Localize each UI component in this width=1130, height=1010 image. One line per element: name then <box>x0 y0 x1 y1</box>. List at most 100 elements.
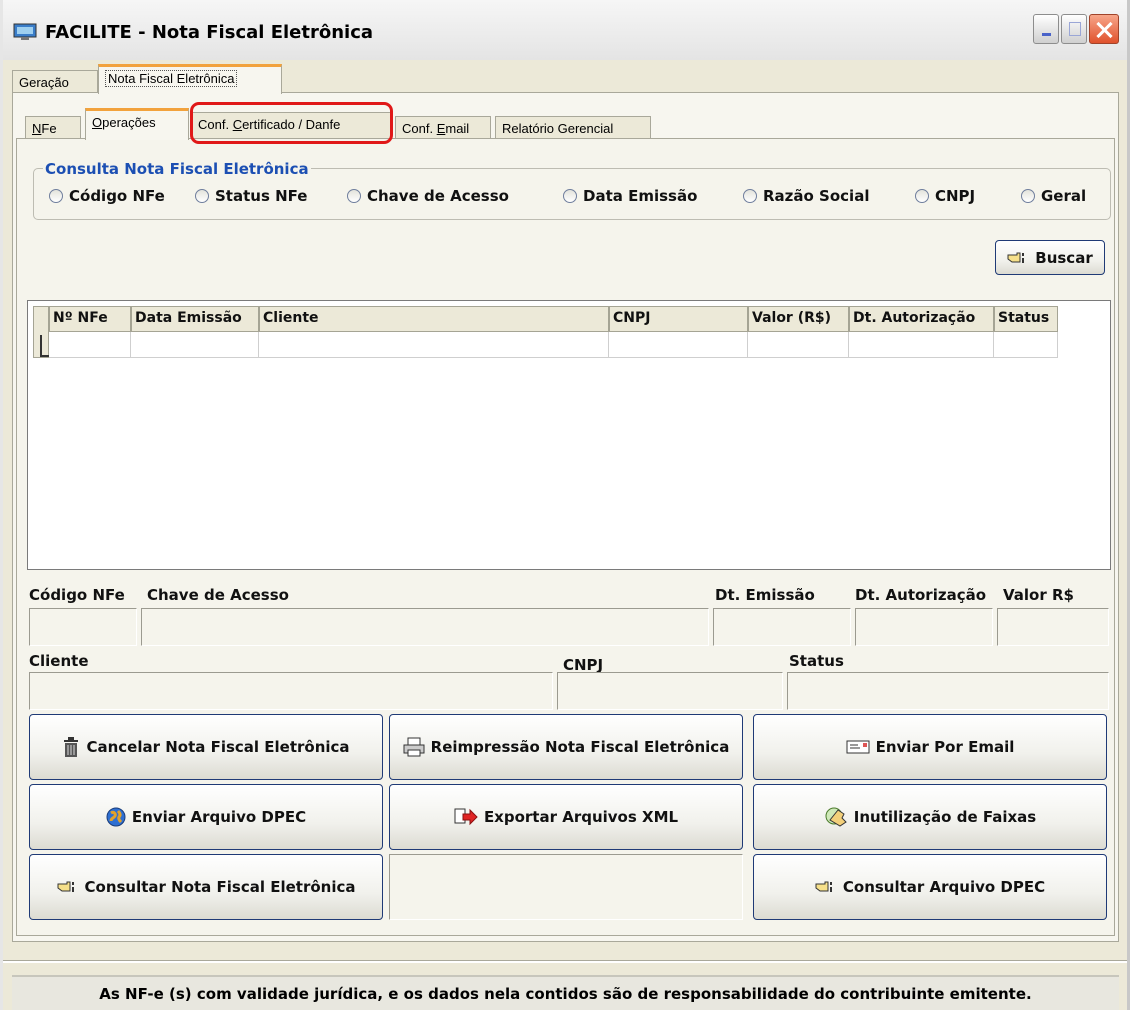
consultar-dpec-button[interactable]: Consultar Arquivo DPEC <box>753 854 1107 920</box>
radio-codigo-nfe[interactable]: Código NFe <box>49 186 165 206</box>
table-cell[interactable] <box>748 332 849 358</box>
column-header-status[interactable]: Status <box>994 306 1058 332</box>
radio-chave-acesso-label: Chave de Acesso <box>367 187 509 205</box>
column-header-cnpj[interactable]: CNPJ <box>609 306 748 332</box>
radio-status-nfe-label: Status NFe <box>215 187 308 205</box>
tab-relatorio-gerencial[interactable]: Relatório Gerencial <box>495 116 651 140</box>
pointing-hand-icon <box>815 879 837 895</box>
export-arrow-icon <box>454 808 478 826</box>
search-group-title: Consulta Nota Fiscal Eletrônica <box>43 160 311 178</box>
cancelar-nfe-label: Cancelar Nota Fiscal Eletrônica <box>86 738 350 756</box>
label-codigo-nfe: Código NFe <box>29 586 125 604</box>
tab-conf-email[interactable]: Conf. Email <box>395 116 491 140</box>
radio-cnpj[interactable]: CNPJ <box>915 186 975 206</box>
tab-operacoes-mnemonic: O <box>92 115 103 130</box>
table-cell[interactable] <box>259 332 609 358</box>
chave-acesso-field[interactable] <box>141 608 709 646</box>
highlight-annotation <box>190 102 393 144</box>
radio-status-nfe[interactable]: Status NFe <box>195 186 307 206</box>
globe-icon <box>106 807 126 827</box>
radio-geral[interactable]: Geral <box>1021 186 1086 206</box>
table-cell[interactable] <box>849 332 994 358</box>
valor-field[interactable] <box>997 608 1109 646</box>
minimize-button[interactable] <box>1033 14 1059 44</box>
status-field[interactable] <box>787 672 1109 710</box>
inutilizacao-faixas-button[interactable]: Inutilização de Faixas <box>753 784 1107 850</box>
radio-geral-label: Geral <box>1041 187 1087 205</box>
radio-data-emissao[interactable]: Data Emissão <box>563 186 697 206</box>
reimpressao-nfe-label: Reimpressão Nota Fiscal Eletrônica <box>430 738 730 756</box>
column-header-numero[interactable]: Nº NFe <box>49 306 131 332</box>
window-title: FACILITE - Nota Fiscal Eletrônica <box>45 22 374 43</box>
radio-circle-icon <box>49 189 63 203</box>
pointing-hand-icon <box>57 879 79 895</box>
table-cell[interactable] <box>994 332 1058 358</box>
table-cell[interactable] <box>609 332 748 358</box>
title-bar[interactable]: FACILITE - Nota Fiscal Eletrônica <box>3 0 1127 60</box>
exportar-xml-button[interactable]: Exportar Arquivos XML <box>389 784 743 850</box>
buscar-button[interactable]: Buscar <box>995 240 1105 275</box>
printer-icon <box>403 737 425 757</box>
radio-circle-icon <box>1021 189 1035 203</box>
enviar-dpec-button[interactable]: Enviar Arquivo DPEC <box>29 784 383 850</box>
column-header-valor[interactable]: Valor (R$) <box>748 306 849 332</box>
enviar-dpec-label: Enviar Arquivo DPEC <box>131 808 307 826</box>
tab-nota-fiscal-eletronica[interactable]: Nota Fiscal Eletrônica <box>98 64 282 94</box>
radio-circle-icon <box>743 189 757 203</box>
footer-disclaimer: As NF-e (s) com validade jurídica, e os … <box>99 984 1032 1003</box>
tab-geracao-label: Geração <box>19 75 69 90</box>
radio-circle-icon <box>563 189 577 203</box>
radio-circle-icon <box>195 189 209 203</box>
label-valor: Valor R$ <box>1003 586 1074 604</box>
maximize-button[interactable] <box>1061 14 1087 44</box>
tab-operacoes-label: perações <box>102 115 156 130</box>
buscar-button-label: Buscar <box>1035 248 1093 267</box>
radio-circle-icon <box>915 189 929 203</box>
envelope-icon <box>846 739 870 755</box>
empty-action-slot <box>389 854 743 920</box>
table-cell[interactable] <box>131 332 259 358</box>
tab-nfe-mnemonic: N <box>32 121 42 136</box>
cnpj-field[interactable] <box>557 672 783 710</box>
dt-autorizacao-field[interactable] <box>855 608 993 646</box>
column-header-dt-autorizacao[interactable]: Dt. Autorização <box>849 306 994 332</box>
radio-razao-social-label: Razão Social <box>763 187 870 205</box>
tab-relatorio-label: Relatório Gerencial <box>502 121 614 136</box>
radio-circle-icon <box>347 189 361 203</box>
radio-codigo-nfe-label: Código NFe <box>69 187 165 205</box>
cliente-field[interactable] <box>29 672 553 710</box>
monitor-icon <box>13 23 37 40</box>
enviar-email-label: Enviar Por Email <box>875 738 1015 756</box>
trash-can-icon <box>62 736 80 758</box>
tab-operacoes[interactable]: Operações <box>85 108 189 140</box>
separator <box>3 960 1127 963</box>
application-window: FACILITE - Nota Fiscal Eletrônica Geraçã… <box>0 0 1130 1010</box>
cancelar-nfe-button[interactable]: Cancelar Nota Fiscal Eletrônica <box>29 714 383 780</box>
column-header-cliente[interactable]: Cliente <box>259 306 609 332</box>
reimpressao-nfe-button[interactable]: Reimpressão Nota Fiscal Eletrônica <box>389 714 743 780</box>
label-cliente: Cliente <box>29 652 89 670</box>
tab-nfe[interactable]: NFe <box>25 116 81 140</box>
tab-nfe-label: Fe <box>41 121 57 136</box>
enviar-email-button[interactable]: Enviar Por Email <box>753 714 1107 780</box>
inutilizacao-faixas-label: Inutilização de Faixas <box>853 808 1037 826</box>
row-indicator[interactable] <box>33 306 50 358</box>
radio-data-emissao-label: Data Emissão <box>583 187 698 205</box>
column-header-data-emissao[interactable]: Data Emissão <box>131 306 259 332</box>
disk-hand-icon <box>824 806 848 828</box>
consultar-dpec-label: Consultar Arquivo DPEC <box>842 878 1046 896</box>
table-cell[interactable] <box>49 332 131 358</box>
label-chave-acesso: Chave de Acesso <box>147 586 289 604</box>
label-dt-emissao: Dt. Emissão <box>715 586 815 604</box>
radio-cnpj-label: CNPJ <box>935 187 976 205</box>
dt-emissao-field[interactable] <box>713 608 851 646</box>
codigo-nfe-field[interactable] <box>29 608 137 646</box>
pointing-hand-icon <box>1007 250 1029 266</box>
close-button[interactable] <box>1089 14 1119 44</box>
radio-chave-acesso[interactable]: Chave de Acesso <box>347 186 509 206</box>
tab-conf-email-label: mail <box>445 121 470 136</box>
label-status: Status <box>789 652 844 670</box>
consultar-nfe-button[interactable]: Consultar Nota Fiscal Eletrônica <box>29 854 383 920</box>
tab-geracao[interactable]: Geração <box>12 70 98 94</box>
radio-razao-social[interactable]: Razão Social <box>743 186 869 206</box>
